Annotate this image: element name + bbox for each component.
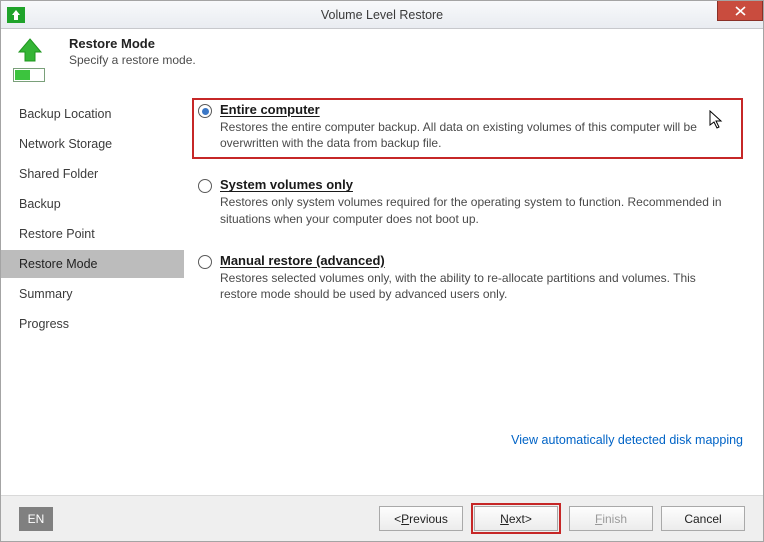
sidebar-item-restore-point[interactable]: Restore Point: [1, 220, 184, 248]
option-manual-restore[interactable]: Manual restore (advanced) Restores selec…: [192, 249, 743, 308]
wizard-header: Restore Mode Specify a restore mode.: [1, 29, 763, 84]
sidebar-item-progress[interactable]: Progress: [1, 310, 184, 338]
option-entire-computer[interactable]: Entire computer Restores the entire comp…: [192, 98, 743, 159]
radio-system-volumes[interactable]: [198, 179, 212, 193]
close-button[interactable]: [717, 1, 763, 21]
page-title: Restore Mode: [69, 36, 196, 51]
sidebar-item-backup-location[interactable]: Backup Location: [1, 100, 184, 128]
option-desc: Restores selected volumes only, with the…: [220, 270, 735, 302]
restore-icon: [13, 36, 47, 64]
window-title: Volume Level Restore: [1, 8, 763, 22]
radio-entire-computer[interactable]: [198, 104, 212, 118]
sidebar-item-network-storage[interactable]: Network Storage: [1, 130, 184, 158]
sidebar-item-summary[interactable]: Summary: [1, 280, 184, 308]
option-desc: Restores the entire computer backup. All…: [220, 119, 735, 151]
page-subtitle: Specify a restore mode.: [69, 53, 196, 67]
wizard-sidebar: Backup Location Network Storage Shared F…: [1, 94, 184, 495]
option-title: Manual restore (advanced): [220, 253, 735, 268]
radio-manual-restore[interactable]: [198, 255, 212, 269]
sidebar-item-restore-mode[interactable]: Restore Mode: [1, 250, 184, 278]
option-desc: Restores only system volumes required fo…: [220, 194, 735, 226]
option-title: Entire computer: [220, 102, 735, 117]
sidebar-item-shared-folder[interactable]: Shared Folder: [1, 160, 184, 188]
next-button-highlight: Next >: [471, 503, 561, 534]
disk-icon: [13, 68, 45, 82]
option-system-volumes[interactable]: System volumes only Restores only system…: [192, 173, 743, 232]
app-icon: [7, 7, 25, 23]
header-icon: [13, 36, 69, 82]
sidebar-item-backup[interactable]: Backup: [1, 190, 184, 218]
finish-button: Finish: [569, 506, 653, 531]
option-title: System volumes only: [220, 177, 735, 192]
title-bar: Volume Level Restore: [1, 1, 763, 29]
language-button[interactable]: EN: [19, 507, 53, 531]
view-disk-mapping-link[interactable]: View automatically detected disk mapping: [511, 433, 743, 447]
wizard-main: Entire computer Restores the entire comp…: [184, 94, 763, 495]
cancel-button[interactable]: Cancel: [661, 506, 745, 531]
wizard-footer: EN < Previous Next > Finish Cancel: [1, 495, 763, 541]
next-button[interactable]: Next >: [474, 506, 558, 531]
previous-button[interactable]: < Previous: [379, 506, 463, 531]
